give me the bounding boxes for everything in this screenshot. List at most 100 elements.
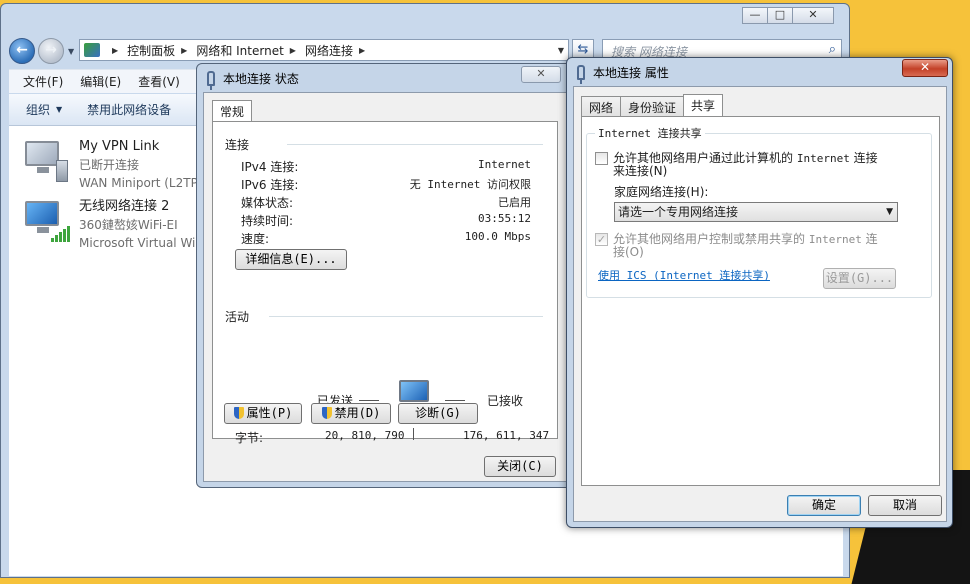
close-button[interactable]: ✕: [792, 7, 834, 24]
connection-status-dialog: 本地连接 状态 ✕ 常规 连接 IPv4 连接: Internet IPv6 连…: [196, 63, 572, 488]
details-button[interactable]: 详细信息(E)...: [235, 249, 347, 270]
chevron-down-icon: ▼: [886, 207, 893, 217]
chevron-right-icon[interactable]: ▶: [181, 46, 187, 55]
address-dropdown-icon[interactable]: ▼: [558, 46, 564, 55]
uac-shield-icon: [233, 407, 244, 419]
speed-value: 100.0 Mbps: [464, 230, 531, 243]
dialog-title-text: 本地连接 属性: [593, 66, 669, 80]
list-item[interactable]: My VPN Link 已断开连接 WAN Miniport (L2TP): [23, 138, 203, 192]
properties-button-label: 属性(P): [246, 406, 293, 420]
bytes-received-value: 176, 611, 347: [463, 429, 550, 442]
connection-name: 无线网络连接 2: [79, 199, 170, 214]
properties-button[interactable]: 属性(P): [224, 403, 302, 424]
duration-value: 03:55:12: [478, 212, 531, 225]
allow-control-text: Internet: [808, 233, 862, 246]
ipv6-value: 无 Internet 访问权限: [409, 178, 531, 191]
allow-share-text: 连接: [853, 151, 878, 165]
media-state-value: 已启用: [498, 196, 531, 209]
wireless-computer-icon: [23, 198, 71, 246]
close-dialog-button[interactable]: 关闭(C): [484, 456, 556, 477]
chevron-right-icon[interactable]: ▶: [359, 46, 365, 55]
allow-share-text: 来连接(N): [613, 164, 668, 178]
breadcrumb-network-internet[interactable]: 网络和 Internet: [196, 42, 283, 59]
vpn-computer-icon: [23, 138, 71, 186]
dialog-body: 常规 连接 IPv4 连接: Internet IPv6 连接: 无 Inter…: [203, 92, 567, 482]
settings-button[interactable]: 设置(G)...: [823, 268, 896, 289]
allow-share-text: 允许其他网络用户通过此计算机的: [613, 151, 794, 165]
speed-label: 速度:: [241, 232, 270, 246]
menu-file[interactable]: 文件(F): [23, 73, 63, 90]
received-label: 已接收: [487, 394, 524, 408]
media-state-row: 媒体状态: 已启用: [241, 194, 531, 211]
ipv4-row: IPv4 连接: Internet: [241, 158, 531, 175]
chevron-right-icon[interactable]: ▶: [112, 46, 118, 55]
activity-group-label: 活动: [225, 310, 250, 324]
disable-button[interactable]: 禁用(D): [311, 403, 391, 424]
disable-button-label: 禁用(D): [334, 406, 381, 420]
menu-edit[interactable]: 编辑(E): [80, 73, 121, 90]
home-network-value: 请选一个专用网络连接: [618, 205, 739, 219]
bytes-label: 字节:: [235, 431, 264, 445]
connection-device: Microsoft Virtual WiFi: [79, 236, 205, 250]
cancel-button[interactable]: 取消: [868, 495, 942, 516]
duration-row: 持续时间: 03:55:12: [241, 212, 531, 229]
home-network-label: 家庭网络连接(H):: [614, 185, 709, 199]
network-plug-icon: [207, 71, 215, 90]
signal-bars-icon: [51, 226, 70, 242]
chevron-right-icon[interactable]: ▶: [290, 46, 296, 55]
minimize-button[interactable]: —: [742, 7, 768, 24]
dialog-body: 网络 身份验证 共享 Internet 连接共享 允许其他网络用户通过此计算机的…: [573, 86, 947, 522]
list-item[interactable]: 无线网络连接 2 360鏈嶅姟WiFi-EI Microsoft Virtual…: [23, 198, 205, 252]
forward-arrow-icon[interactable]: →: [38, 38, 64, 64]
duration-label: 持续时间:: [241, 214, 294, 228]
allow-control-label[interactable]: 允许其他网络用户控制或禁用共享的 Internet 连 接(O): [613, 233, 903, 258]
close-button[interactable]: ✕: [521, 66, 561, 83]
allow-share-checkbox[interactable]: [595, 152, 608, 165]
tab-sharing[interactable]: 共享: [683, 94, 724, 118]
allow-control-text: 接(O): [613, 245, 644, 259]
close-button[interactable]: ✕: [902, 59, 948, 77]
menu-view[interactable]: 查看(V): [138, 73, 180, 90]
group-title: Internet 连接共享: [595, 125, 705, 141]
diagnose-button[interactable]: 诊断(G): [398, 403, 478, 424]
connection-group-label: 连接: [225, 138, 250, 152]
allow-control-text: 允许其他网络用户控制或禁用共享的: [613, 232, 806, 246]
disable-device-button[interactable]: 禁用此网络设备: [87, 101, 171, 118]
dialog-title: 本地连接 状态: [207, 70, 299, 90]
ics-help-link[interactable]: 使用 ICS (Internet 连接共享): [598, 267, 770, 283]
allow-share-label[interactable]: 允许其他网络用户通过此计算机的 Internet 连接 来连接(N): [613, 152, 903, 177]
allow-control-text: 连: [865, 232, 878, 246]
connection-status: 已断开连接: [79, 158, 140, 172]
breadcrumb-network-connections[interactable]: 网络连接: [305, 42, 353, 59]
divider: [269, 316, 543, 317]
navigation-buttons: ← → ▼: [9, 38, 74, 64]
maximize-button[interactable]: □: [767, 7, 793, 24]
media-state-label: 媒体状态:: [241, 196, 294, 210]
general-panel: 连接 IPv4 连接: Internet IPv6 连接: 无 Internet…: [212, 121, 558, 445]
connection-properties-dialog: 本地连接 属性 ✕ 网络 身份验证 共享 Internet 连接共享 允许其他网…: [566, 57, 953, 528]
divider: [445, 400, 465, 401]
search-icon[interactable]: ⌕: [829, 42, 836, 57]
history-dropdown-icon[interactable]: ▼: [68, 47, 74, 56]
connection-status: 360鏈嶅姟WiFi-EI: [79, 218, 178, 232]
bytes-sent-value: 20, 810, 790: [325, 429, 405, 442]
control-panel-icon: [84, 43, 100, 57]
organize-button[interactable]: 组织: [26, 101, 50, 118]
divider: [359, 400, 379, 401]
back-arrow-icon[interactable]: ←: [9, 38, 35, 64]
home-network-select[interactable]: 请选一个专用网络连接 ▼: [614, 202, 898, 222]
dialog-title-text: 本地连接 状态: [223, 72, 299, 86]
chevron-down-icon[interactable]: ▼: [56, 105, 62, 114]
uac-shield-icon: [321, 407, 332, 419]
address-bar[interactable]: ▶ 控制面板 ▶ 网络和 Internet ▶ 网络连接 ▶ ▼: [79, 39, 569, 61]
connection-device: WAN Miniport (L2TP): [79, 176, 203, 190]
allow-control-checkbox[interactable]: ✓: [595, 233, 608, 246]
internet-sharing-group: Internet 连接共享 允许其他网络用户通过此计算机的 Internet 连…: [586, 125, 932, 298]
connection-name: My VPN Link: [79, 139, 160, 154]
ipv4-label: IPv4 连接:: [241, 160, 299, 174]
ok-button[interactable]: 确定: [787, 495, 861, 516]
breadcrumb-control-panel[interactable]: 控制面板: [127, 42, 175, 59]
window-caption-buttons: — □ ✕: [742, 7, 834, 24]
ipv6-row: IPv6 连接: 无 Internet 访问权限: [241, 176, 531, 193]
divider: [413, 428, 414, 440]
